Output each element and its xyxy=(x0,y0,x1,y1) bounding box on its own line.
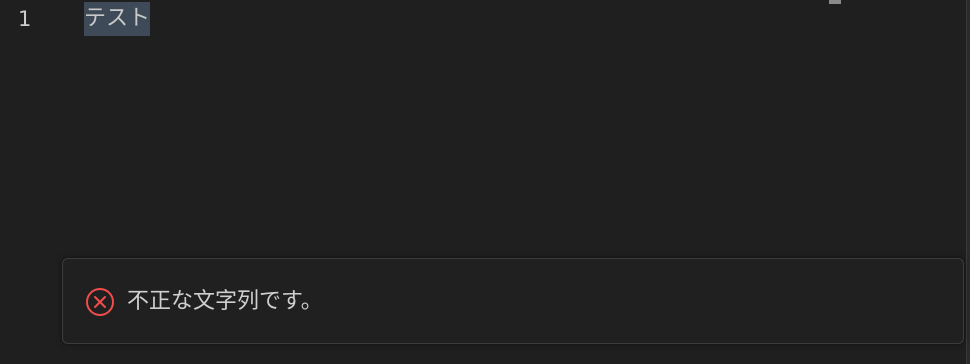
line-number: 1 xyxy=(18,7,32,31)
vertical-scrollbar[interactable] xyxy=(966,0,970,364)
error-notification: 不正な文字列です。 xyxy=(62,258,964,344)
selected-line-text[interactable]: テスト xyxy=(84,2,151,36)
code-editor[interactable]: 1 テスト 不正な文字列です。 xyxy=(0,0,970,364)
error-icon xyxy=(85,287,115,317)
editor-line[interactable]: 1 テスト xyxy=(0,0,900,38)
error-message: 不正な文字列です。 xyxy=(127,289,323,314)
overview-ruler-marker xyxy=(829,0,841,4)
